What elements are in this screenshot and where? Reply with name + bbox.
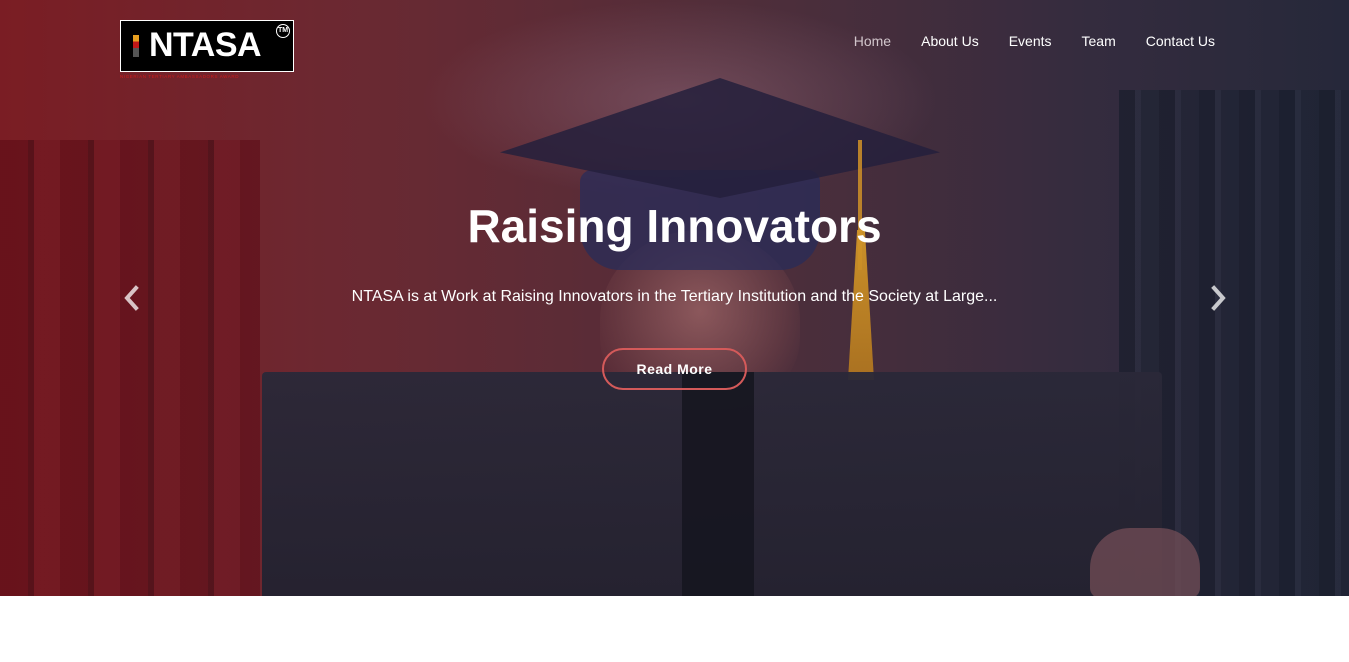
chevron-left-icon xyxy=(124,285,139,311)
background-hand xyxy=(1090,528,1200,596)
logo-tagline: NIGERIAN TERTIARY AMBASSADORS AWARD xyxy=(120,74,240,79)
site-logo[interactable]: NTASA TM xyxy=(120,20,294,72)
hero-slider: NTASA TM NIGERIAN TERTIARY AMBASSADORS A… xyxy=(0,0,1349,596)
torch-icon xyxy=(133,35,139,57)
logo-text: NTASA xyxy=(149,26,262,64)
nav-item-home[interactable]: Home xyxy=(839,33,906,49)
slider-prev-button[interactable] xyxy=(120,284,144,312)
nav-item-events[interactable]: Events xyxy=(994,33,1067,49)
hero-title: Raising Innovators xyxy=(467,200,882,252)
read-more-button[interactable]: Read More xyxy=(602,348,747,390)
slider-next-button[interactable] xyxy=(1206,284,1230,312)
nav-item-team[interactable]: Team xyxy=(1067,33,1131,49)
chevron-right-icon xyxy=(1211,285,1226,311)
nav-item-contact-us[interactable]: Contact Us xyxy=(1131,33,1215,49)
main-nav: Home About Us Events Team Contact Us xyxy=(839,33,1215,49)
content-section xyxy=(0,596,1349,662)
background-book-spine xyxy=(682,372,754,596)
nav-item-about-us[interactable]: About Us xyxy=(906,33,994,49)
registered-mark: TM xyxy=(276,24,290,38)
hero-subtitle: NTASA is at Work at Raising Innovators i… xyxy=(351,288,998,305)
